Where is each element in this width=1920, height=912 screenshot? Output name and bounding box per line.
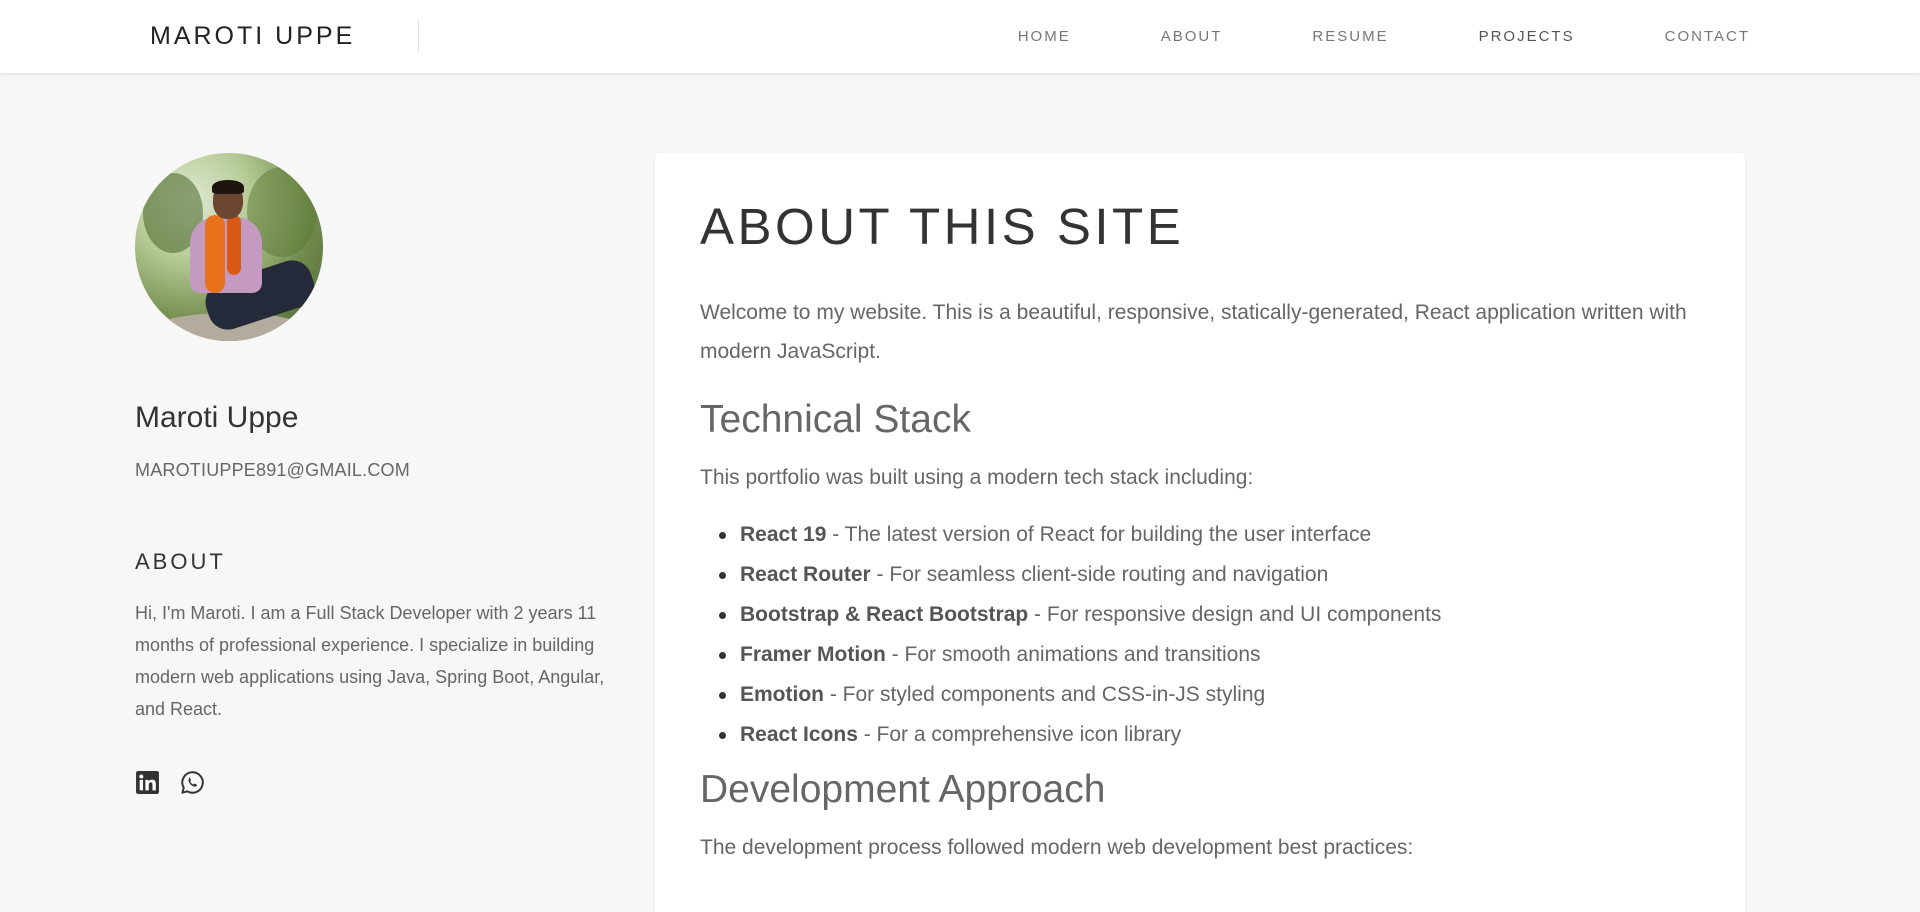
stack-item-name: React Icons (740, 723, 858, 746)
list-item: React Router - For seamless client-side … (700, 555, 1700, 595)
list-item: Bootstrap & React Bootstrap - For respon… (700, 595, 1700, 635)
avatar-garland-inner (227, 215, 241, 275)
avatar-garland (205, 215, 225, 293)
nav-home[interactable]: HOME (1018, 28, 1071, 45)
stack-item-desc: - The latest version of React for buildi… (826, 523, 1372, 546)
stack-item-name: Framer Motion (740, 643, 886, 666)
bullet-icon (719, 612, 726, 619)
nav-resume[interactable]: RESUME (1312, 28, 1388, 45)
avatar-torso (190, 217, 262, 293)
brand-divider (418, 20, 419, 52)
bullet-icon (719, 652, 726, 659)
intro-paragraph: Welcome to my website. This is a beautif… (700, 301, 1687, 363)
about-text: Hi, I'm Maroti. I am a Full Stack Develo… (135, 603, 605, 719)
avatar-hair (212, 180, 244, 194)
bullet-icon (719, 732, 726, 739)
stack-list: React 19 - The latest version of React f… (700, 515, 1700, 755)
main-nav: HOME ABOUT RESUME PROJECTS CONTACT (1018, 0, 1750, 73)
bullet-icon (719, 572, 726, 579)
social-links (135, 770, 615, 795)
list-item: React Icons - For a comprehensive icon l… (700, 715, 1700, 755)
stack-item-desc: - For styled components and CSS-in-JS st… (824, 683, 1266, 706)
list-item: React 19 - The latest version of React f… (700, 515, 1700, 555)
stack-item-desc: - For a comprehensive icon library (857, 723, 1182, 746)
stack-item-desc: - For smooth animations and transitions (885, 643, 1261, 666)
list-item: Framer Motion - For smooth animations an… (700, 635, 1700, 675)
stack-intro: This portfolio was built using a modern … (700, 466, 1254, 489)
avatar (135, 153, 323, 341)
dev-intro: The development process followed modern … (700, 836, 1414, 859)
about-heading: ABOUT (135, 549, 226, 574)
page-title: ABOUT THIS SITE (700, 198, 1185, 255)
nav-about[interactable]: ABOUT (1161, 28, 1223, 45)
top-navbar: MAROTI UPPE HOME ABOUT RESUME PROJECTS C… (0, 0, 1920, 73)
whatsapp-icon[interactable] (180, 770, 205, 795)
linkedin-icon[interactable] (135, 770, 160, 795)
about-card: ABOUT THIS SITE Welcome to my website. T… (655, 153, 1745, 912)
stack-item-desc: - For responsive design and UI component… (1028, 603, 1442, 626)
nav-contact[interactable]: CONTACT (1665, 28, 1750, 45)
profile-sidebar: Maroti Uppe MAROTIUPPE891@GMAIL.COM ABOU… (135, 153, 615, 795)
stack-item-name: React 19 (740, 523, 827, 546)
stack-item-name: Bootstrap & React Bootstrap (740, 603, 1029, 626)
bullet-icon (719, 692, 726, 699)
stack-item-desc: - For seamless client-side routing and n… (870, 563, 1329, 586)
list-item: Emotion - For styled components and CSS-… (700, 675, 1700, 715)
bullet-icon (719, 532, 726, 539)
stack-item-name: React Router (740, 563, 871, 586)
profile-name: Maroti Uppe (135, 401, 299, 434)
profile-email: MAROTIUPPE891@GMAIL.COM (135, 460, 410, 480)
stack-heading: Technical Stack (700, 398, 971, 441)
site-brand[interactable]: MAROTI UPPE (150, 22, 355, 51)
nav-projects[interactable]: PROJECTS (1479, 28, 1575, 45)
dev-heading: Development Approach (700, 768, 1106, 811)
stack-item-name: Emotion (740, 683, 824, 706)
